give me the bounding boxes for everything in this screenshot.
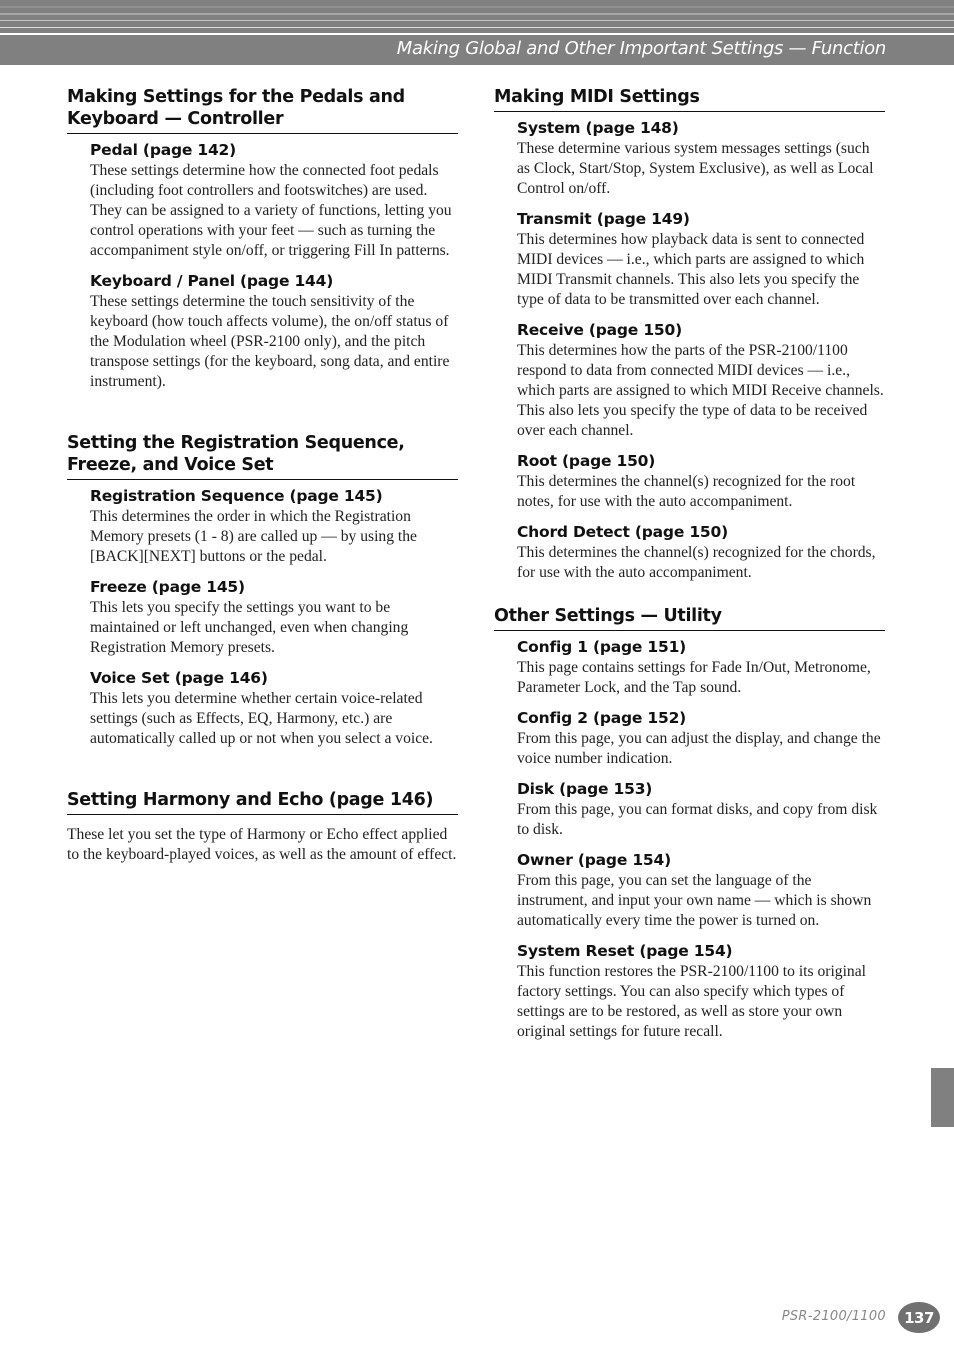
entry-body: From this page, you can set the language… <box>517 872 872 929</box>
footer-model-name: PSR-2100/1100 <box>781 1309 886 1324</box>
entry-body: This determines the channel(s) recognize… <box>517 544 876 581</box>
header-stripe <box>0 13 954 15</box>
entry-chord-detect: Chord Detect (page 150) This determines … <box>517 522 885 583</box>
section-harmony-echo: Setting Harmony and Echo (page 146) Thes… <box>67 789 458 865</box>
entry-voice-set: Voice Set (page 146) This lets you deter… <box>90 668 458 749</box>
entry-title: Config 1 (page 151) <box>517 638 687 656</box>
entry-body: This lets you specify the settings you w… <box>90 599 409 656</box>
entry-body: These determine various system messages … <box>517 140 874 197</box>
entry-title: Voice Set (page 146) <box>90 669 268 687</box>
page-number-badge: 137 <box>898 1302 940 1333</box>
header-stripe <box>0 27 954 28</box>
header-stripe <box>0 6 954 8</box>
entry-title: Disk (page 153) <box>517 780 653 798</box>
entry-keyboard-panel: Keyboard / Panel (page 144) These settin… <box>90 271 458 392</box>
section-registration: Setting the Registration Sequence, Freez… <box>67 432 458 749</box>
left-column: Making Settings for the Pedals and Keybo… <box>67 86 458 899</box>
entry-title: Root (page 150) <box>517 452 656 470</box>
right-column: Making MIDI Settings System (page 148) T… <box>494 86 885 1076</box>
entry-transmit: Transmit (page 149) This determines how … <box>517 209 885 310</box>
entry-title: Owner (page 154) <box>517 851 671 869</box>
entry-freeze: Freeze (page 145) This lets you specify … <box>90 577 458 658</box>
entry-body: From this page, you can format disks, an… <box>517 801 878 838</box>
header-stripe <box>0 20 954 21</box>
entry-system-reset: System Reset (page 154) This function re… <box>517 941 885 1042</box>
section-title: Setting the Registration Sequence, Freez… <box>67 432 458 480</box>
section-title: Setting Harmony and Echo (page 146) <box>67 789 458 815</box>
entry-body: This determines the order in which the R… <box>90 508 417 565</box>
entry-owner: Owner (page 154) From this page, you can… <box>517 850 885 931</box>
section-title: Making Settings for the Pedals and Keybo… <box>67 86 458 134</box>
section-utility: Other Settings — Utility Config 1 (page … <box>494 605 885 1042</box>
section-controller: Making Settings for the Pedals and Keybo… <box>67 86 458 392</box>
entry-body: This determines the channel(s) recognize… <box>517 473 856 510</box>
header-band: Making Global and Other Important Settin… <box>0 0 954 65</box>
header-stripe <box>0 33 954 35</box>
section-midi: Making MIDI Settings System (page 148) T… <box>494 86 885 583</box>
entry-body: These settings determine the touch sensi… <box>90 293 450 390</box>
entry-title: Config 2 (page 152) <box>517 709 687 727</box>
entry-body: This page contains settings for Fade In/… <box>517 659 871 696</box>
entry-title: System Reset (page 154) <box>517 942 733 960</box>
entry-title: Receive (page 150) <box>517 321 682 339</box>
entry-disk: Disk (page 153) From this page, you can … <box>517 779 885 840</box>
section-body: These let you set the type of Harmony or… <box>67 826 457 863</box>
running-header-title: Making Global and Other Important Settin… <box>396 38 887 59</box>
entry-title: Chord Detect (page 150) <box>517 523 728 541</box>
entry-title: Keyboard / Panel (page 144) <box>90 272 334 290</box>
entry-pedal: Pedal (page 142) These settings determin… <box>90 140 458 261</box>
entry-system: System (page 148) These determine variou… <box>517 118 885 199</box>
section-title: Other Settings — Utility <box>494 605 885 631</box>
entry-config-1: Config 1 (page 151) This page contains s… <box>517 637 885 698</box>
entry-registration-sequence: Registration Sequence (page 145) This de… <box>90 486 458 567</box>
entry-title: Freeze (page 145) <box>90 578 245 596</box>
entry-body: This determines how the parts of the PSR… <box>517 342 884 439</box>
entry-title: Pedal (page 142) <box>90 141 237 159</box>
section-title: Making MIDI Settings <box>494 86 885 112</box>
entry-body: From this page, you can adjust the displ… <box>517 730 881 767</box>
entry-title: Registration Sequence (page 145) <box>90 487 383 505</box>
entry-receive: Receive (page 150) This determines how t… <box>517 320 885 441</box>
chapter-thumb-tab <box>931 1068 954 1127</box>
entry-body: This function restores the PSR-2100/1100… <box>517 963 866 1040</box>
entry-title: System (page 148) <box>517 119 679 137</box>
entry-body: This lets you determine whether certain … <box>90 690 433 747</box>
entry-config-2: Config 2 (page 152) From this page, you … <box>517 708 885 769</box>
entry-body: This determines how playback data is sen… <box>517 231 865 308</box>
entry-title: Transmit (page 149) <box>517 210 690 228</box>
entry-body: These settings determine how the connect… <box>90 162 452 259</box>
entry-root: Root (page 150) This determines the chan… <box>517 451 885 512</box>
